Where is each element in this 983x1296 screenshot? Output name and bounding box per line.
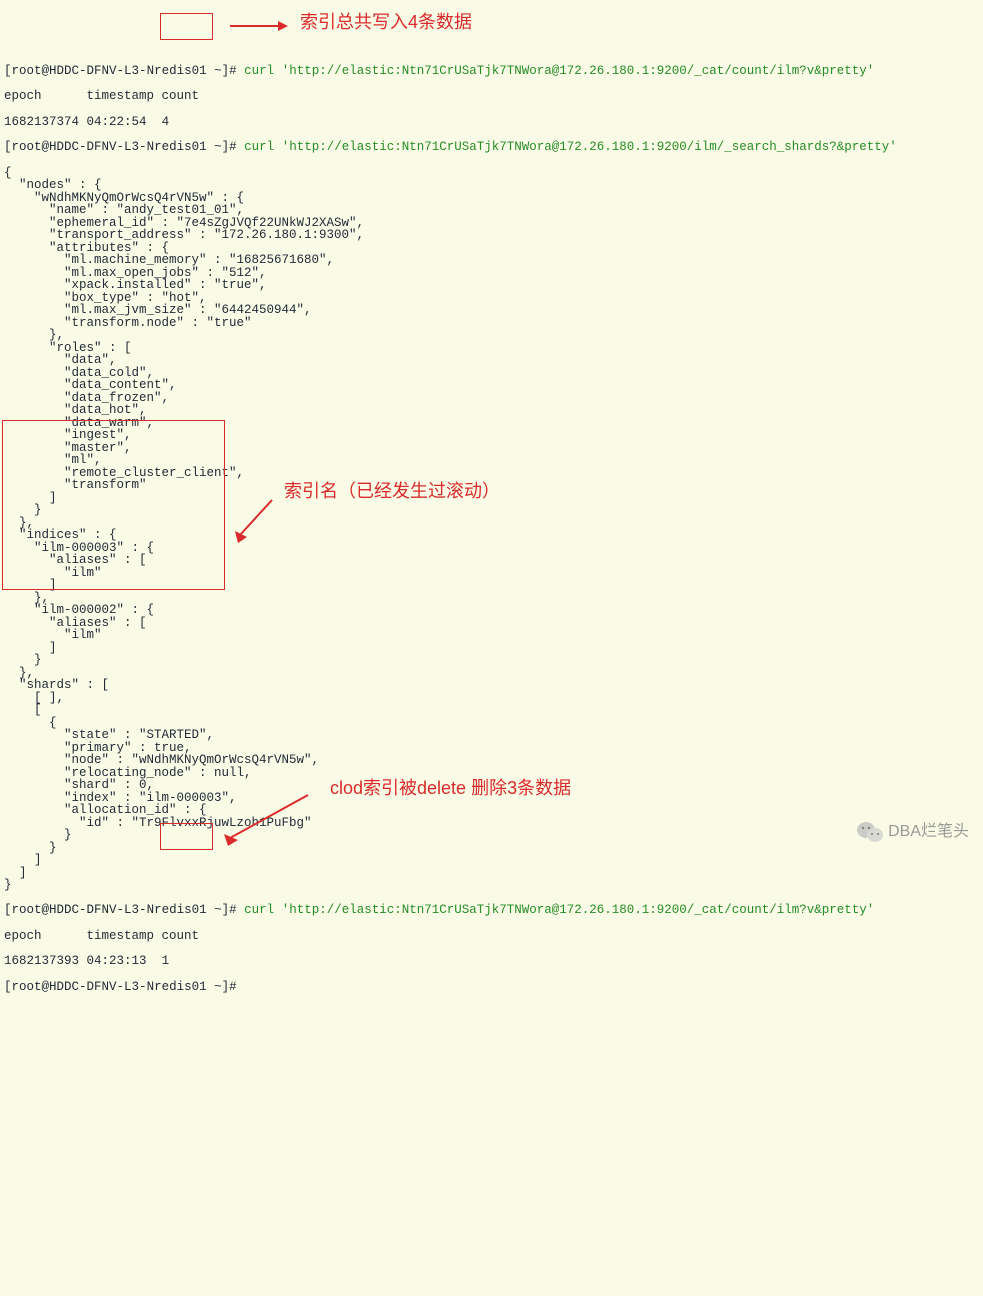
curl-cmd-3: curl 'http://elastic:Ntn71CrUSaTjk7TNWor…	[244, 903, 874, 917]
cmd-line-1[interactable]: [root@HDDC-DFNV-L3-Nredis01 ~]# curl 'ht…	[4, 65, 979, 78]
cmd-line-2[interactable]: [root@HDDC-DFNV-L3-Nredis01 ~]# curl 'ht…	[4, 141, 979, 154]
count-row-2: 1682137393 04:23:13 1	[4, 955, 979, 968]
highlight-box-count-1	[160, 13, 213, 40]
arrow-1-icon	[228, 16, 288, 36]
terminal-output: [root@HDDC-DFNV-L3-Nredis01 ~]# curl 'ht…	[0, 50, 983, 1008]
cmd-line-3[interactable]: [root@HDDC-DFNV-L3-Nredis01 ~]# curl 'ht…	[4, 904, 979, 917]
curl-cmd-1: curl 'http://elastic:Ntn71CrUSaTjk7TNWor…	[244, 64, 874, 78]
cmd-line-4[interactable]: [root@HDDC-DFNV-L3-Nredis01 ~]#	[4, 981, 979, 994]
count-header-1: epoch timestamp count	[4, 90, 979, 103]
curl-cmd-2: curl 'http://elastic:Ntn71CrUSaTjk7TNWor…	[244, 140, 897, 154]
json-response: { "nodes" : { "wNdhMKNyQmOrWcsQ4rVN5w" :…	[4, 167, 979, 892]
annotation-1: 索引总共写入4条数据	[300, 13, 472, 31]
count-header-2: epoch timestamp count	[4, 930, 979, 943]
count-row-1: 1682137374 04:22:54 4	[4, 116, 979, 129]
